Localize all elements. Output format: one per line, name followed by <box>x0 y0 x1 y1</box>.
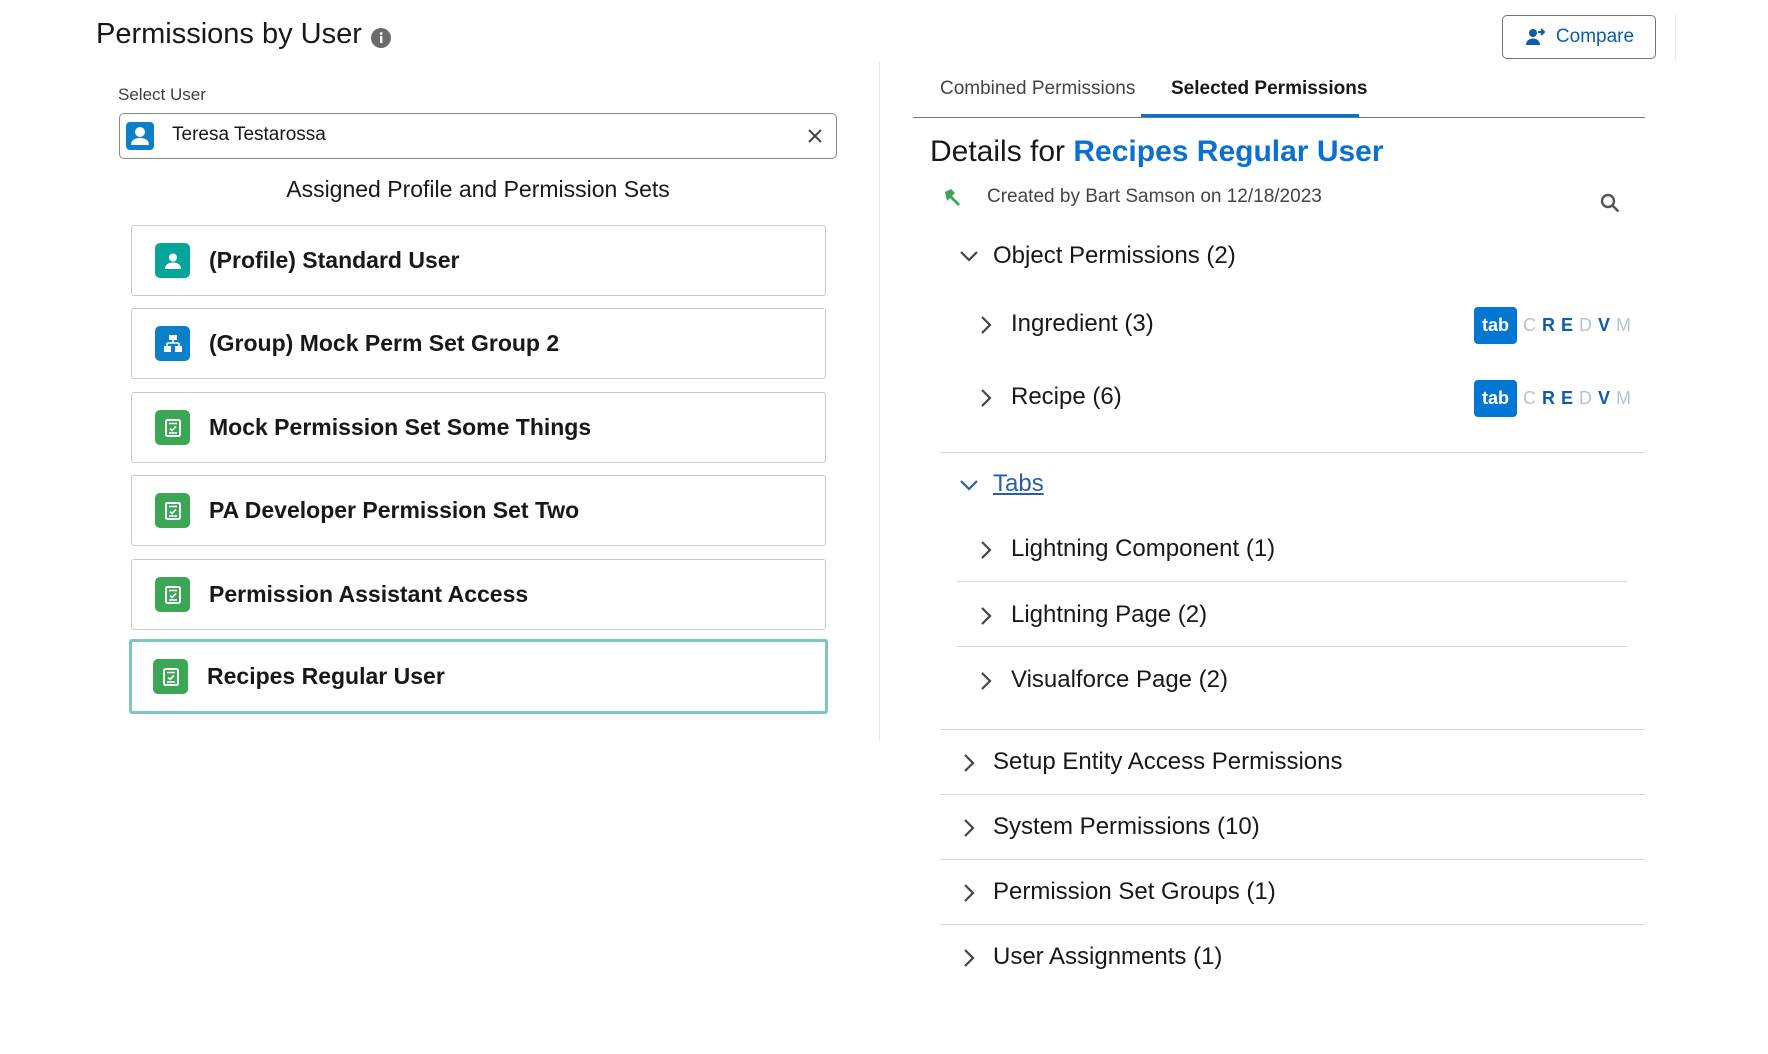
details-prefix: Details for <box>930 135 1066 168</box>
object-item-ingredient[interactable]: Ingredient (3) <box>1011 310 1154 338</box>
tab-bar-divider <box>913 117 1645 118</box>
compare-users-icon <box>1524 27 1546 47</box>
divider <box>957 581 1627 582</box>
chevron-down-icon[interactable] <box>958 245 980 267</box>
flag-delete: D <box>1579 388 1593 408</box>
object-access-flags: tab C R E D V M <box>1474 307 1631 344</box>
header-divider <box>1675 15 1676 60</box>
assigned-item-card[interactable]: Recipes Regular User <box>129 639 828 714</box>
assigned-item-label: Recipes Regular User <box>207 663 445 689</box>
flag-read: R <box>1542 315 1555 335</box>
assigned-item-label: Mock Permission Set Some Things <box>209 414 592 440</box>
panel-divider <box>879 62 880 740</box>
tabs-item-visualforce-page[interactable]: Visualforce Page (2) <box>1011 666 1228 694</box>
selected-user-value: Teresa Testarossa <box>172 124 326 145</box>
flag-edit: E <box>1561 388 1574 408</box>
assigned-item-label: PA Developer Permission Set Two <box>209 497 580 523</box>
tab-badge: tab <box>1474 380 1517 417</box>
assigned-item-card[interactable]: PA Developer Permission Set Two <box>131 475 826 546</box>
details-permission-set-name: Recipes Regular User <box>1073 135 1384 168</box>
compare-button[interactable]: Compare <box>1502 15 1656 59</box>
section-object-permissions[interactable]: Object Permissions (2) <box>993 242 1236 270</box>
page-title: Permissions by User <box>96 18 362 50</box>
clear-icon[interactable] <box>804 125 826 147</box>
permission-set-icon <box>155 493 190 528</box>
chevron-right-icon[interactable] <box>975 670 997 692</box>
divider <box>940 859 1645 860</box>
flag-view-all: V <box>1598 315 1611 335</box>
created-by-text: Created by Bart Samson on 12/18/2023 <box>987 186 1322 207</box>
chevron-right-icon[interactable] <box>958 947 980 969</box>
flag-create: C <box>1523 388 1536 408</box>
section-setup-entity-access[interactable]: Setup Entity Access Permissions <box>993 748 1342 776</box>
select-user-label: Select User <box>118 85 206 104</box>
created-by-icon <box>941 186 965 210</box>
section-system-permissions[interactable]: System Permissions (10) <box>993 813 1260 841</box>
divider <box>940 924 1645 925</box>
section-user-assignments[interactable]: User Assignments (1) <box>993 943 1222 971</box>
user-avatar-icon <box>126 122 154 150</box>
search-icon[interactable] <box>1598 191 1622 215</box>
user-icon <box>155 243 190 278</box>
info-icon[interactable] <box>370 27 392 49</box>
permission-set-icon <box>153 659 188 694</box>
chevron-right-icon[interactable] <box>958 882 980 904</box>
tab-selected-permissions[interactable]: Selected Permissions <box>1171 78 1367 100</box>
divider <box>940 794 1645 795</box>
divider <box>957 646 1627 647</box>
compare-label: Compare <box>1555 26 1635 47</box>
section-permission-set-groups[interactable]: Permission Set Groups (1) <box>993 878 1276 906</box>
permission-set-group-icon <box>155 326 190 361</box>
divider <box>940 452 1645 453</box>
user-select-input[interactable]: Teresa Testarossa <box>119 113 837 159</box>
chevron-right-icon[interactable] <box>975 539 997 561</box>
flag-edit: E <box>1561 315 1574 335</box>
flag-read: R <box>1542 388 1555 408</box>
chevron-right-icon[interactable] <box>975 605 997 627</box>
object-item-recipe[interactable]: Recipe (6) <box>1011 383 1122 411</box>
assigned-item-card[interactable]: Mock Permission Set Some Things <box>131 392 826 463</box>
flag-view-all: V <box>1598 388 1611 408</box>
assigned-item-label: Permission Assistant Access <box>209 581 529 607</box>
permission-set-icon <box>155 410 190 445</box>
flag-modify-all: M <box>1616 315 1632 335</box>
details-heading: Details for Recipes Regular User <box>930 135 1384 169</box>
assigned-item-card[interactable]: Permission Assistant Access <box>131 559 826 630</box>
assigned-item-card[interactable]: (Profile) Standard User <box>131 225 826 296</box>
tabs-item-lightning-component[interactable]: Lightning Component (1) <box>1011 535 1275 563</box>
assigned-item-label: (Profile) Standard User <box>209 247 460 273</box>
divider <box>940 729 1645 730</box>
flag-create: C <box>1523 315 1536 335</box>
flag-delete: D <box>1579 315 1593 335</box>
chevron-right-icon[interactable] <box>975 387 997 409</box>
tab-badge: tab <box>1474 307 1517 344</box>
tab-combined-permissions[interactable]: Combined Permissions <box>940 78 1135 100</box>
permission-set-icon <box>155 577 190 612</box>
chevron-right-icon[interactable] <box>958 817 980 839</box>
chevron-right-icon[interactable] <box>958 752 980 774</box>
object-access-flags: tab C R E D V M <box>1474 380 1631 417</box>
assigned-item-label: (Group) Mock Perm Set Group 2 <box>209 330 560 356</box>
chevron-down-icon[interactable] <box>958 474 980 496</box>
flag-modify-all: M <box>1616 388 1632 408</box>
tabs-item-lightning-page[interactable]: Lightning Page (2) <box>1011 601 1207 629</box>
assigned-item-card[interactable]: (Group) Mock Perm Set Group 2 <box>131 308 826 379</box>
section-tabs[interactable]: Tabs <box>993 470 1044 498</box>
assigned-heading: Assigned Profile and Permission Sets <box>286 176 670 202</box>
chevron-right-icon[interactable] <box>975 314 997 336</box>
